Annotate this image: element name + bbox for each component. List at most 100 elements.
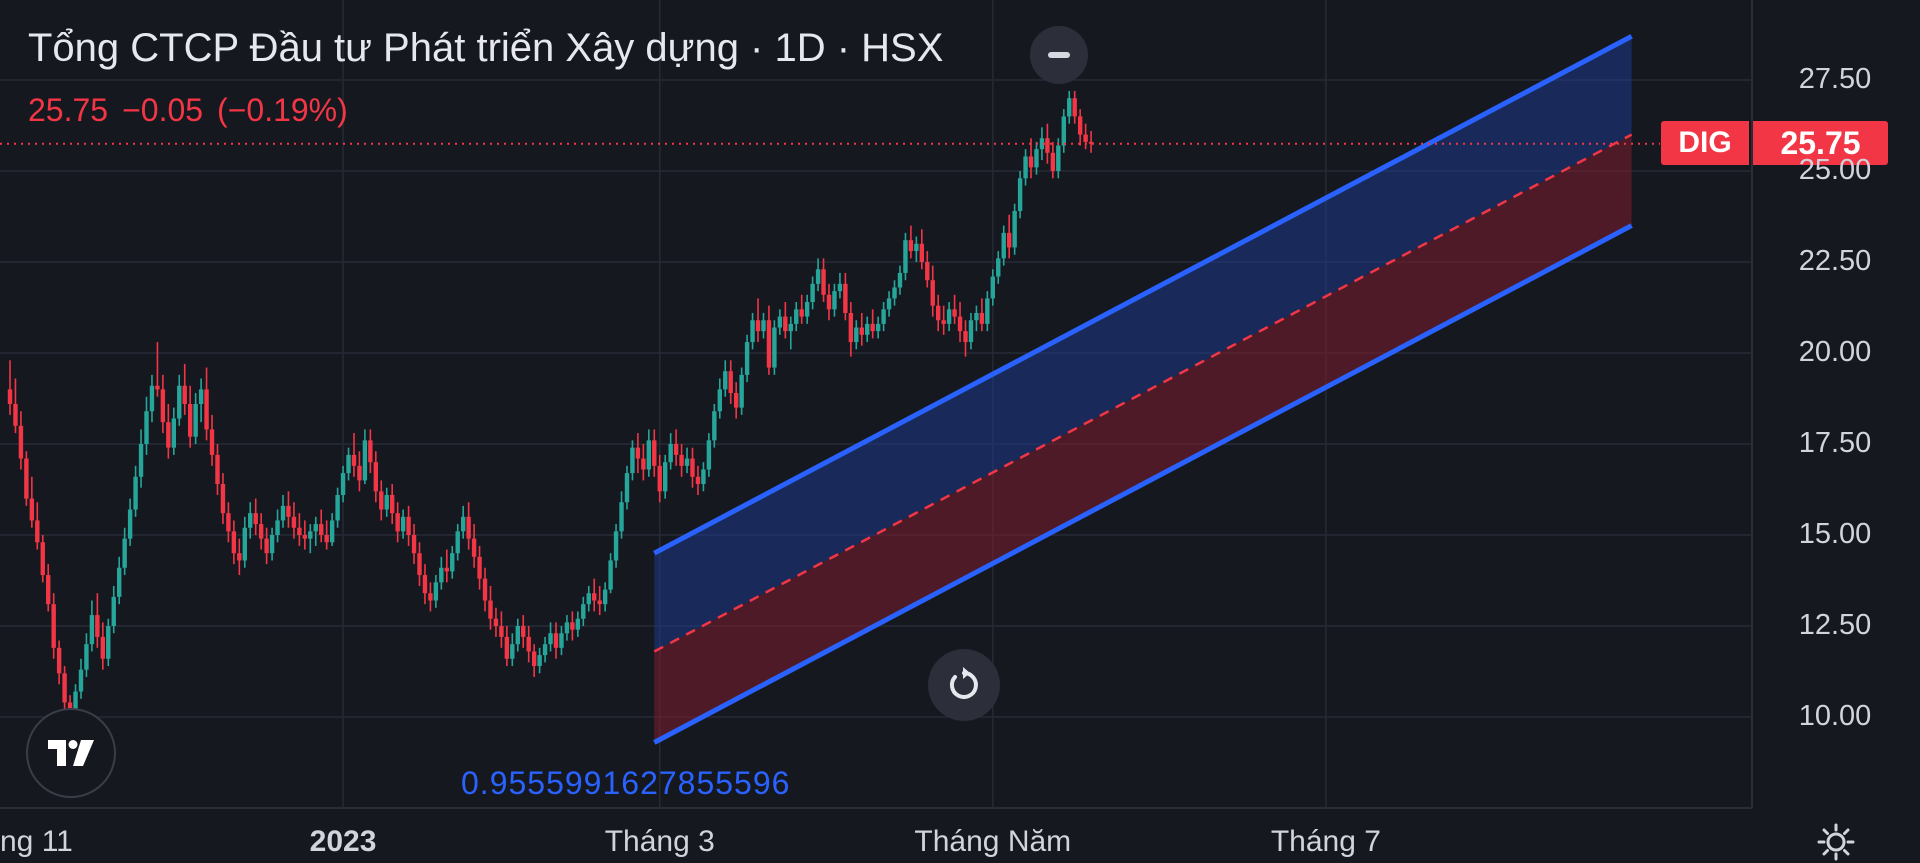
candle xyxy=(450,545,455,579)
candle xyxy=(242,516,247,568)
candle-body xyxy=(750,320,755,343)
candle-body xyxy=(602,589,608,605)
price-tick-label: 10.00 xyxy=(1798,700,1872,732)
regression-channel xyxy=(653,34,1633,745)
gear-icon[interactable] xyxy=(1816,822,1856,862)
current-price: 25.75 xyxy=(28,92,109,128)
candle xyxy=(1067,90,1072,124)
candle xyxy=(433,575,439,608)
candle xyxy=(1012,203,1017,255)
candle xyxy=(7,360,13,415)
candle-body xyxy=(1083,134,1088,142)
candle-body xyxy=(717,389,722,412)
candle-body xyxy=(1001,232,1006,259)
candle xyxy=(248,502,253,539)
price-chart[interactable] xyxy=(0,0,1920,863)
candle-body xyxy=(471,538,477,557)
candle-body xyxy=(728,371,733,394)
candle xyxy=(521,615,526,648)
candle-body xyxy=(329,520,335,543)
candle xyxy=(226,502,231,543)
candle-body xyxy=(925,262,930,281)
candle-body xyxy=(701,469,706,485)
candle xyxy=(777,309,783,335)
candle xyxy=(854,320,859,350)
candle xyxy=(744,334,750,383)
candle-body xyxy=(122,538,127,568)
tradingview-logo[interactable] xyxy=(26,708,116,798)
candle xyxy=(215,444,220,495)
candle-body xyxy=(559,633,564,648)
candle xyxy=(1050,141,1056,179)
candle xyxy=(526,626,531,663)
candle xyxy=(460,505,466,539)
candle-body xyxy=(308,531,313,539)
candle xyxy=(78,658,84,699)
candle-body xyxy=(733,393,739,408)
collapse-button[interactable] xyxy=(1030,26,1088,84)
candle-body xyxy=(127,509,133,539)
candle xyxy=(597,585,602,616)
candle-body xyxy=(957,316,963,332)
candle xyxy=(253,498,258,535)
candle-body xyxy=(619,502,624,532)
candle xyxy=(914,236,919,262)
candle xyxy=(160,374,166,434)
candle-body xyxy=(433,582,439,601)
candle xyxy=(1083,123,1088,150)
candle-body xyxy=(963,331,968,343)
candle-body xyxy=(133,476,138,510)
candle-body xyxy=(865,323,870,335)
candle xyxy=(127,498,133,546)
candle-body xyxy=(946,309,952,324)
candle xyxy=(848,302,854,357)
candle xyxy=(886,291,892,317)
candle-body xyxy=(417,553,422,576)
candle xyxy=(903,232,908,281)
candle xyxy=(739,367,744,415)
candle-body xyxy=(357,465,362,481)
candle xyxy=(750,312,755,350)
candle xyxy=(488,585,493,630)
candle-body xyxy=(515,626,520,645)
tradingview-logo-icon xyxy=(48,740,94,766)
candle-body xyxy=(166,422,171,448)
symbol-price-badge: DIG xyxy=(1661,121,1749,165)
candle-body xyxy=(439,567,444,583)
chart-title: Tổng CTCP Đầu tư Phát triển Xây dựng · 1… xyxy=(28,26,944,70)
candle-body xyxy=(815,269,821,284)
candle xyxy=(542,636,548,663)
candle xyxy=(117,556,122,605)
candle-body xyxy=(974,312,979,321)
candle xyxy=(1034,141,1039,175)
candle xyxy=(553,622,559,659)
candle-body xyxy=(1006,232,1012,248)
candle-body xyxy=(89,615,95,645)
candle-body xyxy=(930,280,935,306)
candle xyxy=(646,429,652,477)
candle-body xyxy=(537,655,542,667)
candle-body xyxy=(575,618,581,630)
candle-body xyxy=(1050,152,1056,171)
candle-body xyxy=(291,516,297,528)
candle-body xyxy=(242,527,247,561)
price-tick-label: 15.00 xyxy=(1798,518,1872,550)
candle-body xyxy=(1017,178,1023,212)
candle-body xyxy=(149,385,155,412)
reset-chart-button[interactable] xyxy=(928,649,1000,721)
candle xyxy=(865,316,870,343)
candle-body xyxy=(488,600,493,619)
candle xyxy=(728,360,733,404)
candle xyxy=(1088,130,1094,153)
candle xyxy=(1017,171,1023,219)
candle-body xyxy=(253,513,258,525)
candle xyxy=(269,527,275,561)
candle xyxy=(155,342,160,397)
candle-body xyxy=(362,440,368,481)
candle xyxy=(455,524,460,561)
candle xyxy=(417,542,422,586)
candle xyxy=(870,309,875,339)
candle xyxy=(319,509,324,543)
candle xyxy=(510,633,515,667)
candle xyxy=(875,316,881,339)
